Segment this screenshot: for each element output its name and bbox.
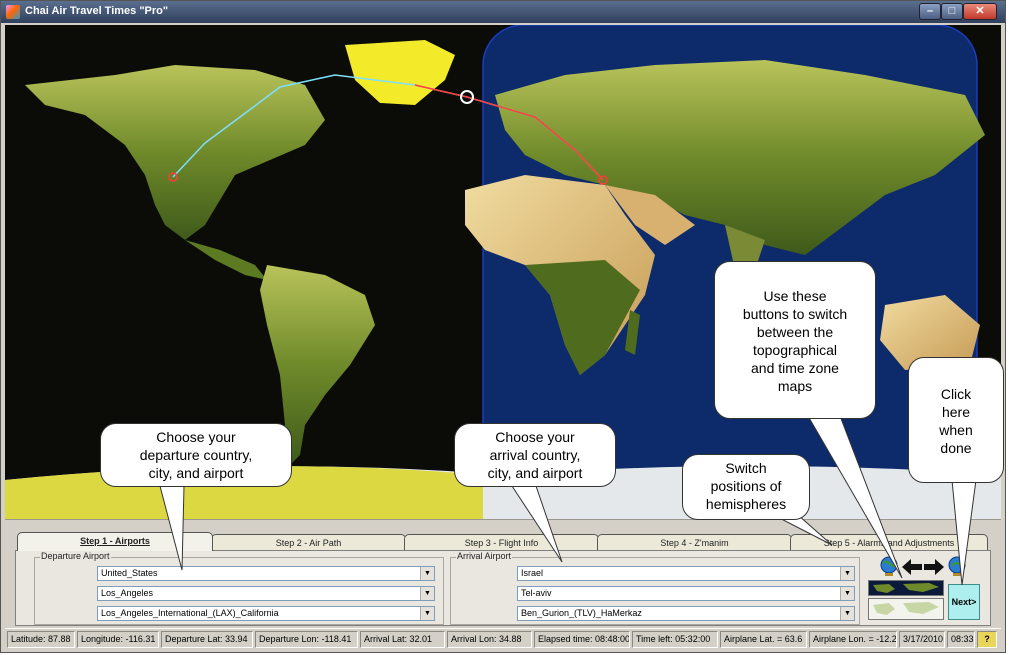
departure-group-label: Departure Airport (40, 551, 111, 561)
callout-line: Choose your (495, 429, 575, 445)
tab-step-3-flight-info[interactable]: Step 3 - Flight Info (404, 534, 599, 551)
arrow-right-icon[interactable] (924, 559, 944, 575)
switch-hemispheres-callout: Switch positions of hemispheres (682, 454, 810, 520)
callout-line: Choose your (156, 429, 236, 445)
callout-line: Click (940, 386, 972, 402)
close-button[interactable]: ✕ (963, 3, 997, 20)
callout-line: hemispheres (705, 496, 787, 512)
window-title: Chai Air Travel Times "Pro" (25, 5, 169, 17)
departure-airport-value: Los_Angeles_International_(LAX)_Californ… (101, 608, 279, 618)
tab-step-1-airports[interactable]: Step 1 - Airports (17, 532, 213, 551)
departure-airport-select[interactable]: Los_Angeles_International_(LAX)_Californ… (97, 606, 435, 621)
done-callout: Click here when done (908, 357, 1004, 483)
airports-panel: Departure Airport United_States ▼ Los_Ang… (15, 550, 991, 626)
status-arrival-lat: Arrival Lat: 32.01 (360, 631, 445, 648)
callout-line: city, and airport (148, 465, 244, 481)
status-airplane-lon: Airplane Lon. = -12.2 (809, 631, 897, 648)
status-elapsed-time: Elapsed time: 08:48:00 (534, 631, 630, 648)
status-departure-lat: Departure Lat: 33.94 (161, 631, 253, 648)
arrival-callout: Choose your arrival country, city, and a… (454, 423, 616, 487)
callout-line: buttons to switch (742, 306, 848, 322)
arrival-airport-select[interactable]: Ben_Gurion_(TLV)_HaMerkaz ▼ (517, 606, 855, 621)
arrival-airport-group: Arrival Airport Israel ▼ Tel-aviv ▼ Ben_Gu… (450, 551, 860, 625)
callout-line: when (939, 422, 973, 438)
tab-step-4-zmanim[interactable]: Step 4 - Z'manim (597, 534, 792, 551)
chevron-down-icon[interactable]: ▼ (420, 587, 434, 600)
arrival-group-label: Arrival Airport (456, 551, 513, 561)
callout-line: positions of (710, 478, 782, 494)
departure-city-select[interactable]: Los_Angeles ▼ (97, 586, 435, 601)
help-icon[interactable]: ? (977, 631, 997, 648)
arrow-left-icon[interactable] (902, 559, 922, 575)
arrival-country-value: Israel (521, 568, 544, 578)
callout-line: city, and airport (487, 465, 583, 481)
arrival-city-value: Tel-aviv (521, 588, 552, 598)
status-airplane-lat: Airplane Lat. = 63.6 (720, 631, 807, 648)
callout-line: Use these (763, 288, 827, 304)
status-departure-lon: Departure Lon: -118.41 (255, 631, 358, 648)
callout-line: topographical (752, 342, 838, 358)
status-latitude: Latitude: 87.88 (7, 631, 75, 648)
next-button[interactable]: Next> (948, 584, 980, 620)
status-arrival-lon: Arrival Lon: 34.88 (447, 631, 532, 648)
status-bar: Latitude: 87.88 Longitude: -116.31 Depar… (5, 628, 1001, 651)
tab-step-5-alarms[interactable]: Step 5 - Alarms and Adjustments (790, 534, 988, 551)
status-time: 08:33 (947, 631, 975, 648)
chevron-down-icon[interactable]: ▼ (420, 567, 434, 580)
callout-line: done (940, 440, 972, 456)
chevron-down-icon[interactable]: ▼ (840, 607, 854, 620)
callout-line: Switch (725, 460, 767, 476)
chevron-down-icon[interactable]: ▼ (420, 607, 434, 620)
departure-country-value: United_States (101, 568, 158, 578)
status-time-left: Time left: 05:32:00 (632, 631, 718, 648)
switch-maps-callout: Use these buttons to switch between the … (714, 261, 876, 419)
globe-icon[interactable] (946, 555, 968, 577)
callout-line: between the (756, 324, 834, 340)
departure-country-select[interactable]: United_States ▼ (97, 566, 435, 581)
steps-panel: Step 1 - Airports Step 2 - Air Path Step… (5, 519, 1001, 628)
callout-line: departure country, (139, 447, 253, 463)
departure-city-value: Los_Angeles (101, 588, 154, 598)
callout-line: maps (777, 378, 813, 394)
chevron-down-icon[interactable]: ▼ (840, 567, 854, 580)
departure-callout: Choose your departure country, city, and… (100, 423, 292, 487)
tab-step-2-air-path[interactable]: Step 2 - Air Path (211, 534, 406, 551)
callout-line: here (941, 404, 971, 420)
status-longitude: Longitude: -116.31 (77, 631, 159, 648)
callout-line: arrival country, (489, 447, 581, 463)
topographic-map-thumbnail[interactable] (868, 580, 944, 596)
minimize-button[interactable]: – (919, 3, 941, 20)
time-zone-map-thumbnail[interactable] (868, 598, 944, 620)
app-icon (6, 5, 20, 19)
maximize-button[interactable]: □ (941, 3, 963, 20)
arrival-city-select[interactable]: Tel-aviv ▼ (517, 586, 855, 601)
chevron-down-icon[interactable]: ▼ (840, 587, 854, 600)
arrival-airport-value: Ben_Gurion_(TLV)_HaMerkaz (521, 608, 642, 618)
arrival-country-select[interactable]: Israel ▼ (517, 566, 855, 581)
status-date: 3/17/2010 (899, 631, 945, 648)
globe-icon[interactable] (878, 555, 900, 577)
title-bar[interactable]: Chai Air Travel Times "Pro" – □ ✕ (1, 1, 1005, 23)
departure-airport-group: Departure Airport United_States ▼ Los_Ang… (34, 551, 444, 625)
callout-line: and time zone (751, 360, 839, 376)
